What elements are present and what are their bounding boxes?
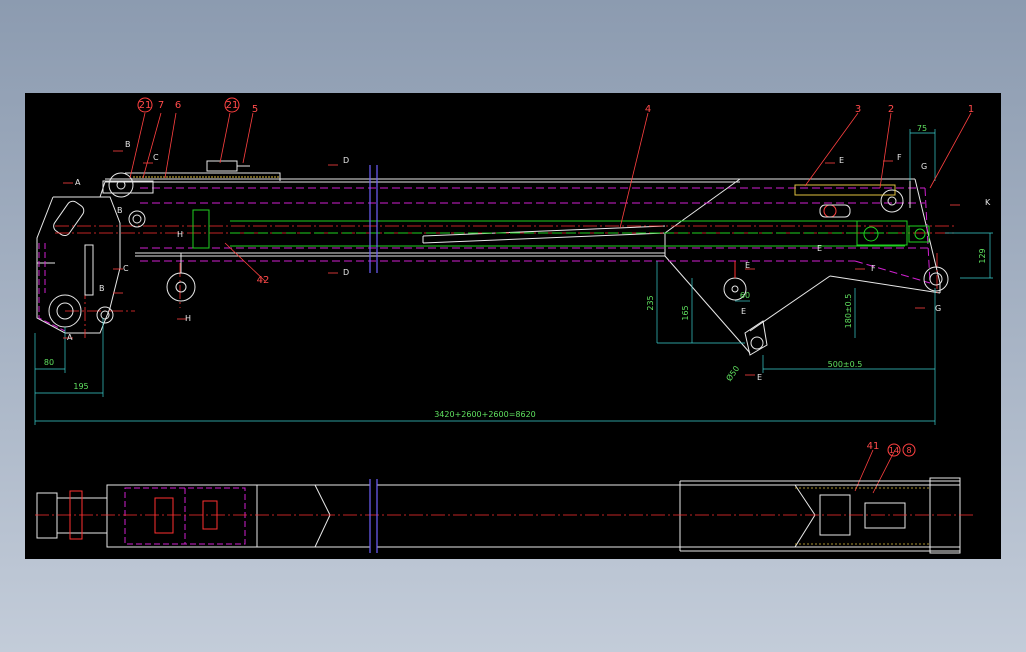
dim-180: 180±0.5 — [844, 294, 853, 329]
mark-k: K — [985, 198, 991, 207]
break-lines — [369, 165, 378, 273]
part-1: 1 — [968, 104, 974, 115]
part-number-callouts: 21 7 6 21 5 4 3 2 1 42 41 14 8 — [137, 97, 974, 457]
dim-60: 60 — [740, 291, 750, 300]
dim-75: 75 — [917, 124, 927, 133]
luffing-cylinder — [192, 209, 930, 249]
dim-165: 165 — [681, 305, 690, 320]
dim-129: 129 — [978, 248, 987, 263]
part-4: 4 — [645, 104, 651, 115]
mark-c-bottom: C — [123, 264, 129, 273]
part-5: 5 — [252, 104, 258, 115]
mark-a-bottom: A — [67, 333, 73, 342]
mark-b-mid: B — [117, 206, 123, 215]
mark-b-bottom: B — [99, 284, 105, 293]
outer-boom-outline — [105, 178, 941, 354]
dim-total-length: 3420+2600+2600=8620 — [434, 410, 536, 419]
mark-d-top: D — [343, 156, 349, 165]
part-14: 14 — [889, 446, 899, 455]
mark-g-top: G — [921, 162, 927, 171]
dim-500: 500±0.5 — [828, 360, 863, 369]
dimension-values: 75 129 235 165 60 180±0.5 500±0.5 Ø50 80… — [44, 124, 987, 419]
mark-c-top: C — [153, 153, 159, 162]
plan-red-parts — [35, 490, 975, 540]
boom-drawing: 21 7 6 21 5 4 3 2 1 42 41 14 8 A A B B B… — [34, 97, 993, 554]
part-7: 7 — [158, 100, 164, 111]
part-21a: 21 — [139, 100, 152, 111]
mark-f-top: F — [897, 153, 902, 162]
part-6: 6 — [175, 100, 181, 111]
plan-break-lines — [369, 479, 378, 553]
part-3: 3 — [855, 104, 861, 115]
mark-h-top: H — [177, 230, 183, 239]
mark-b-top: B — [125, 140, 131, 149]
mark-g-bottom: G — [935, 304, 941, 313]
part-2: 2 — [888, 104, 894, 115]
plan-outline — [36, 477, 961, 554]
part-41: 41 — [867, 441, 880, 452]
mark-e-left: E — [741, 307, 746, 316]
plan-hatch — [795, 487, 930, 545]
part-42: 42 — [257, 275, 270, 286]
dim-80: 80 — [44, 358, 54, 367]
plan-hidden — [124, 487, 246, 545]
mark-e-bottom: E — [757, 373, 762, 382]
dim-195: 195 — [73, 382, 88, 391]
mark-e-lug: E — [745, 261, 750, 270]
inner-boom-hidden-lines — [140, 187, 931, 284]
mark-e-top: E — [839, 156, 844, 165]
part-8: 8 — [906, 446, 911, 455]
cad-drawing-canvas[interactable]: 21 7 6 21 5 4 3 2 1 42 41 14 8 A A B B B… — [25, 93, 1001, 559]
mark-f-bottom: F — [871, 264, 876, 273]
mark-d-bottom: D — [343, 268, 349, 277]
dim-phi50: Ø50 — [724, 364, 742, 383]
boom-plan-view — [35, 477, 975, 554]
mark-a-top: A — [75, 178, 81, 187]
mark-e-mid: E — [817, 244, 822, 253]
part-21b: 21 — [226, 100, 239, 111]
dim-235: 235 — [646, 295, 655, 310]
mark-h-bottom: H — [185, 314, 191, 323]
